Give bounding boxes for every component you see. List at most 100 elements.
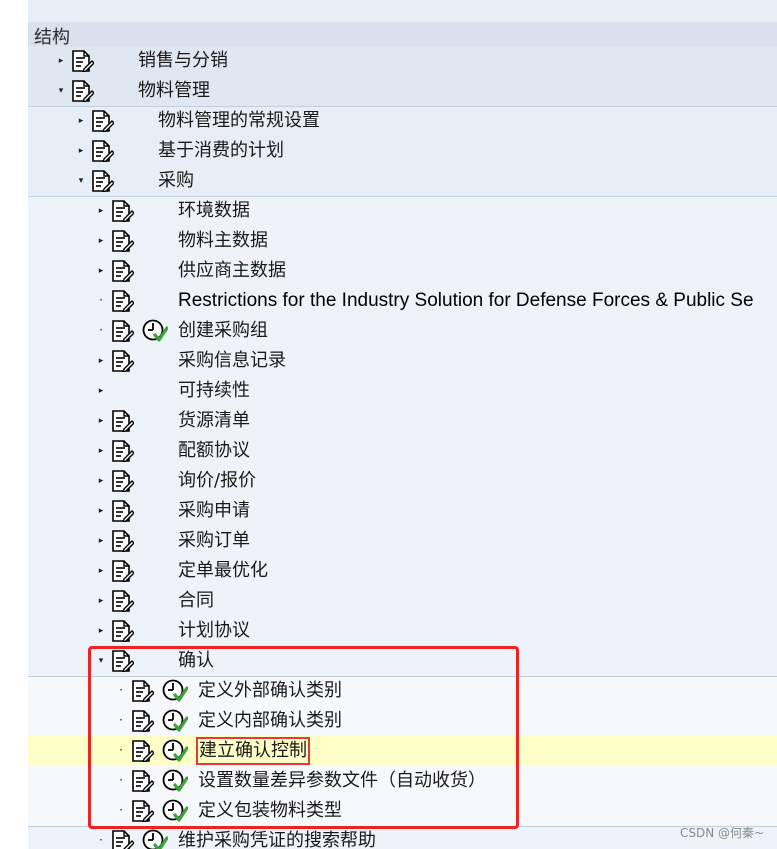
document-pencil-icon[interactable] (110, 590, 135, 614)
tree-node[interactable]: ▸ 可持续性 (28, 376, 777, 406)
expand-arrow-icon[interactable]: ▸ (96, 386, 106, 396)
expand-arrow-icon[interactable]: ▸ (76, 146, 86, 156)
expand-arrow-icon[interactable]: ▸ (76, 116, 86, 126)
tree-node-label[interactable]: 采购申请 (178, 499, 250, 523)
document-pencil-icon[interactable] (110, 500, 135, 524)
document-pencil-icon[interactable] (70, 50, 95, 74)
tree-node[interactable]: · 维护采购凭证的搜索帮助 (28, 826, 777, 849)
tree-node-label[interactable]: Restrictions for the Industry Solution f… (178, 289, 754, 313)
tree-node-label[interactable]: 采购 (158, 169, 194, 193)
document-pencil-icon[interactable] (90, 170, 115, 194)
expand-arrow-icon[interactable]: ▸ (56, 56, 66, 66)
tree-node-label[interactable]: 定义包装物料类型 (198, 799, 342, 823)
tree-node-label[interactable]: 供应商主数据 (178, 259, 286, 283)
document-pencil-icon[interactable] (130, 680, 155, 704)
tree-node-label[interactable]: 环境数据 (178, 199, 250, 223)
tree-node[interactable]: ▸ 销售与分销 (28, 46, 777, 76)
tree-node[interactable]: · 定义外部确认类别 (28, 676, 777, 706)
tree-node-label[interactable]: 合同 (178, 589, 214, 613)
document-pencil-icon[interactable] (110, 620, 135, 644)
tree-node[interactable]: ▸ 基于消费的计划 (28, 136, 777, 166)
expand-arrow-icon[interactable]: ▸ (96, 536, 106, 546)
document-pencil-icon[interactable] (130, 710, 155, 734)
clock-check-icon[interactable] (142, 829, 169, 849)
tree-node[interactable]: · 创建采购组 (28, 316, 777, 346)
tree-node[interactable]: ▸ 询价/报价 (28, 466, 777, 496)
tree-node[interactable]: ▸ 定单最优化 (28, 556, 777, 586)
tree-node[interactable]: ▸ 货源清单 (28, 406, 777, 436)
tree-node[interactable]: ▸ 合同 (28, 586, 777, 616)
tree-node[interactable]: · 设置数量差异参数文件（自动收货） (28, 766, 777, 796)
document-pencil-icon[interactable] (110, 410, 135, 434)
tree-node-label[interactable]: 计划协议 (178, 619, 250, 643)
document-pencil-icon[interactable] (70, 80, 95, 104)
tree-node-label[interactable]: 定义内部确认类别 (198, 709, 342, 733)
clock-check-icon[interactable] (162, 739, 189, 763)
tree-node[interactable]: · 定义包装物料类型 (28, 796, 777, 826)
tree-node-label[interactable]: 确认 (178, 649, 214, 673)
tree-node-label[interactable]: 物料管理的常规设置 (158, 109, 320, 133)
tree-node-label[interactable]: 询价/报价 (178, 469, 256, 493)
document-pencil-icon[interactable] (110, 470, 135, 494)
tree-node-label[interactable]: 销售与分销 (138, 49, 228, 73)
expand-arrow-icon[interactable]: ▸ (96, 356, 106, 366)
tree-node-label[interactable]: 基于消费的计划 (158, 139, 284, 163)
collapse-arrow-icon[interactable]: ▾ (56, 86, 66, 96)
tree-node[interactable]: ▸ 配额协议 (28, 436, 777, 466)
expand-arrow-icon[interactable]: ▸ (96, 506, 106, 516)
document-pencil-icon[interactable] (90, 140, 115, 164)
document-pencil-icon[interactable] (110, 260, 135, 284)
clock-check-icon[interactable] (162, 709, 189, 733)
tree-node-label[interactable]: 创建采购组 (178, 319, 268, 343)
tree-node[interactable]: · Restrictions for the Industry Solution … (28, 286, 777, 316)
tree-node[interactable]: ▸ 计划协议 (28, 616, 777, 646)
tree-node[interactable]: · 定义内部确认类别 (28, 706, 777, 736)
tree-node-label[interactable]: 采购订单 (178, 529, 250, 553)
expand-arrow-icon[interactable]: ▸ (96, 446, 106, 456)
tree-node-label[interactable]: 定义外部确认类别 (198, 679, 342, 703)
document-pencil-icon[interactable] (90, 110, 115, 134)
expand-arrow-icon[interactable]: ▸ (96, 416, 106, 426)
document-pencil-icon[interactable] (110, 200, 135, 224)
expand-arrow-icon[interactable]: ▸ (96, 566, 106, 576)
tree-node[interactable]: ▸ 环境数据 (28, 196, 777, 226)
document-pencil-icon[interactable] (110, 230, 135, 254)
document-pencil-icon[interactable] (110, 320, 135, 344)
tree-node-label[interactable]: 可持续性 (178, 379, 250, 403)
expand-arrow-icon[interactable]: ▸ (96, 476, 106, 486)
tree-node-label[interactable]: 物料管理 (138, 79, 210, 103)
clock-check-icon[interactable] (162, 679, 189, 703)
clock-check-icon[interactable] (162, 769, 189, 793)
document-pencil-icon[interactable] (110, 650, 135, 674)
tree-node[interactable]: ▸ 物料主数据 (28, 226, 777, 256)
expand-arrow-icon[interactable]: ▸ (96, 266, 106, 276)
tree-node-label[interactable]: 设置数量差异参数文件（自动收货） (198, 769, 486, 793)
collapse-arrow-icon[interactable]: ▾ (96, 656, 106, 666)
document-pencil-icon[interactable] (130, 800, 155, 824)
clock-check-icon[interactable] (162, 799, 189, 823)
tree-node-label[interactable]: 配额协议 (178, 439, 250, 463)
tree-node[interactable]: ▸ 采购信息记录 (28, 346, 777, 376)
document-pencil-icon[interactable] (110, 560, 135, 584)
tree-node-label[interactable]: 货源清单 (178, 409, 250, 433)
tree-node[interactable]: ▸ 采购申请 (28, 496, 777, 526)
expand-arrow-icon[interactable]: ▸ (96, 236, 106, 246)
expand-arrow-icon[interactable]: ▸ (96, 596, 106, 606)
tree-node[interactable]: ▸ 采购订单 (28, 526, 777, 556)
tree-node-label[interactable]: 维护采购凭证的搜索帮助 (178, 829, 376, 849)
expand-arrow-icon[interactable]: ▸ (96, 206, 106, 216)
document-pencil-icon[interactable] (110, 290, 135, 314)
collapse-arrow-icon[interactable]: ▾ (76, 176, 86, 186)
expand-arrow-icon[interactable]: ▸ (96, 626, 106, 636)
tree-node-label[interactable]: 定单最优化 (178, 559, 268, 583)
tree-node[interactable]: ▸ 供应商主数据 (28, 256, 777, 286)
tree-node[interactable]: ▾ 采购 (28, 166, 777, 196)
tree-node-label[interactable]: 建立确认控制 (196, 737, 310, 765)
document-pencil-icon[interactable] (130, 740, 155, 764)
tree-node[interactable]: · 建立确认控制 (28, 736, 777, 766)
tree-node-label[interactable]: 物料主数据 (178, 229, 268, 253)
tree-node[interactable]: ▾ 确认 (28, 646, 777, 676)
tree-node-label[interactable]: 采购信息记录 (178, 349, 286, 373)
document-pencil-icon[interactable] (110, 350, 135, 374)
document-pencil-icon[interactable] (110, 440, 135, 464)
